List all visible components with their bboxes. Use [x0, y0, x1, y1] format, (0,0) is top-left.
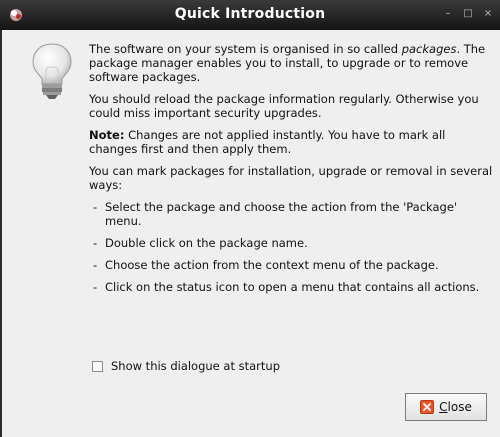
startup-checkbox[interactable] [92, 360, 103, 372]
mark-methods-list: Select the package and choose the action… [89, 200, 494, 294]
minimize-button[interactable]: – [442, 8, 454, 20]
close-icon [420, 400, 435, 414]
close-button[interactable]: Close [405, 393, 487, 421]
window-border [0, 30, 2, 437]
window-close-button[interactable]: × [482, 8, 494, 20]
window-title: Quick Introduction [174, 6, 326, 22]
maximize-button[interactable]: □ [462, 8, 474, 20]
intro-text: The software on your system is organised… [89, 42, 494, 302]
intro-paragraph: The software on your system is organised… [89, 42, 486, 84]
startup-checkbox-label: Show this dialogue at startup [111, 359, 281, 373]
mark-paragraph: You can mark packages for installation, … [89, 164, 493, 192]
list-item: Choose the action from the context menu … [91, 258, 494, 272]
close-button-label: Close [439, 400, 472, 414]
list-item: Select the package and choose the action… [91, 200, 494, 228]
window-controls: – □ × [442, 8, 494, 20]
list-item: Double click on the package name. [91, 236, 494, 250]
note-paragraph: Note: Changes are not applied instantly.… [89, 128, 446, 156]
lightbulb-icon [32, 43, 72, 99]
list-item: Click on the status icon to open a menu … [91, 280, 494, 294]
reload-paragraph: You should reload the package informatio… [89, 92, 479, 120]
startup-checkbox-row[interactable]: Show this dialogue at startup [92, 359, 280, 373]
title-bar[interactable]: Quick Introduction – □ × [0, 0, 500, 30]
dialog-window: Quick Introduction – □ × The software on… [0, 0, 500, 437]
